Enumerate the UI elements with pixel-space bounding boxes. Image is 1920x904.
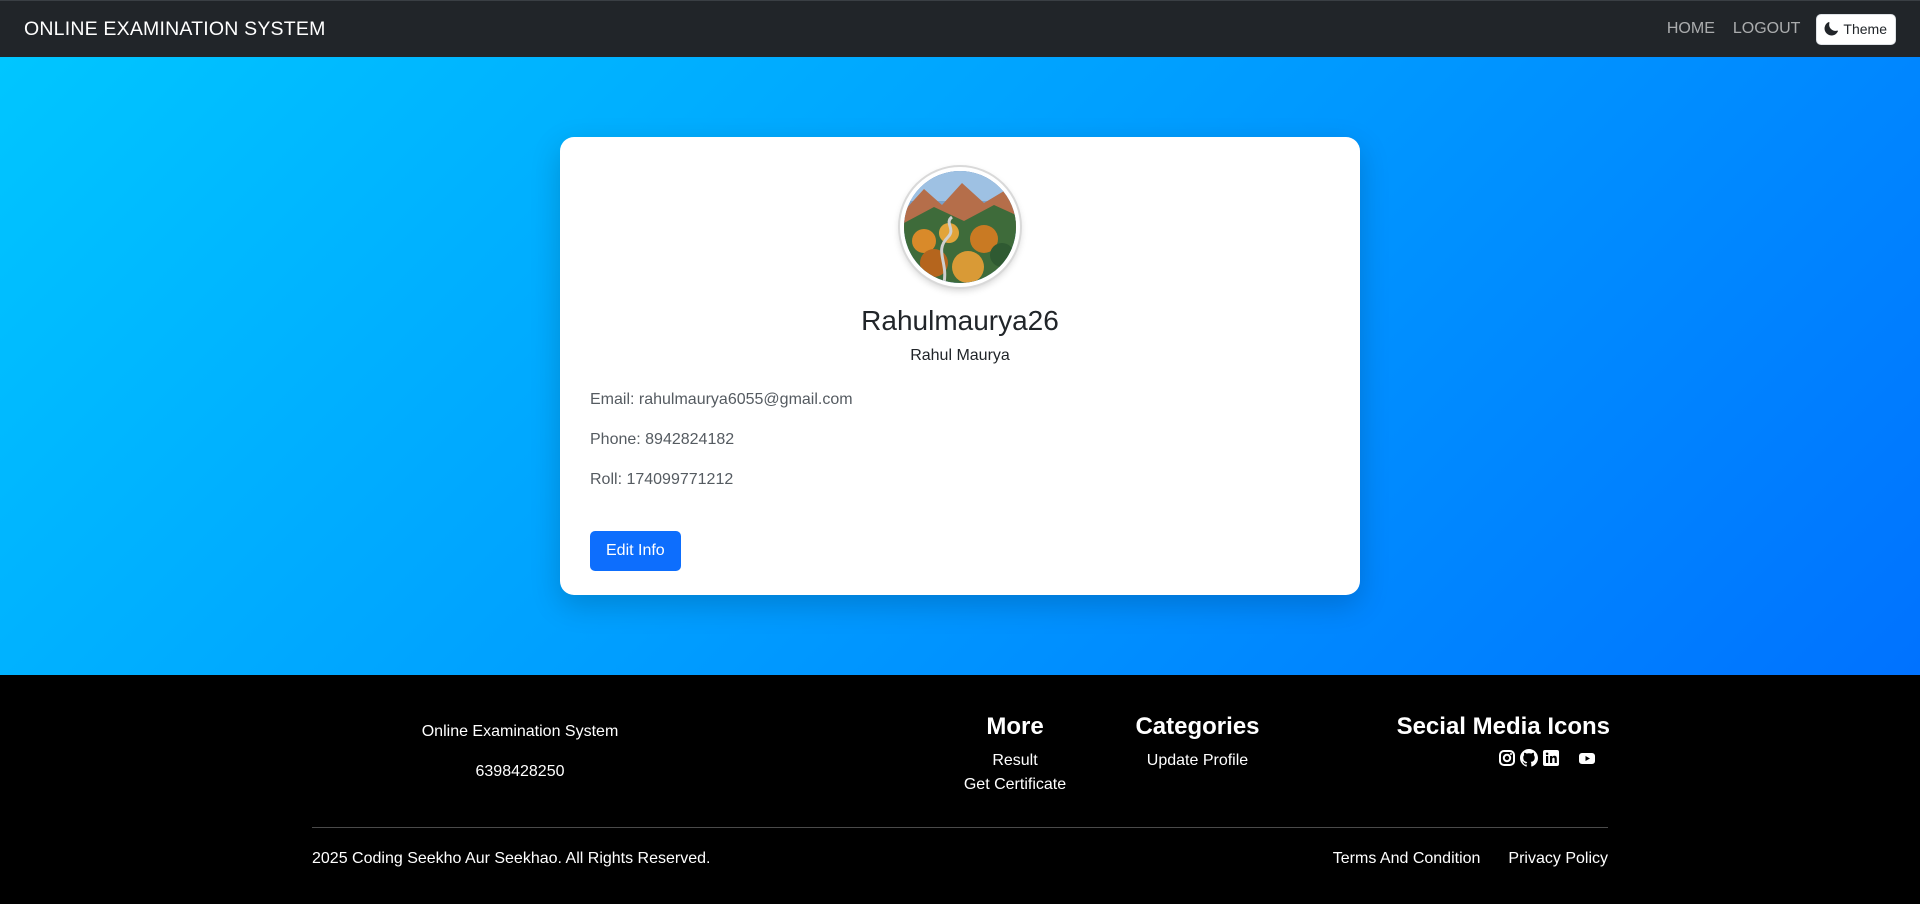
footer-result-link[interactable]: Result bbox=[950, 749, 1080, 773]
social-icons-row bbox=[1390, 749, 1610, 767]
theme-toggle-button[interactable]: Theme bbox=[1816, 13, 1896, 45]
nav-links: HOME LOGOUT Theme bbox=[1649, 13, 1896, 45]
footer-categories-heading: Categories bbox=[1135, 713, 1260, 740]
footer-divider bbox=[312, 827, 1608, 828]
profile-email: Email: rahulmaurya6055@gmail.com bbox=[590, 391, 853, 408]
instagram-icon[interactable] bbox=[1498, 749, 1516, 767]
terms-link[interactable]: Terms And Condition bbox=[1333, 850, 1481, 868]
nav-home-link[interactable]: HOME bbox=[1667, 20, 1715, 38]
edit-info-button[interactable]: Edit Info bbox=[590, 531, 681, 571]
footer-social-heading: Secial Media Icons bbox=[1396, 713, 1610, 740]
profile-full-name: Rahul Maurya bbox=[910, 347, 1010, 364]
youtube-icon[interactable] bbox=[1578, 749, 1596, 767]
footer-phone: 6398428250 bbox=[475, 763, 565, 780]
profile-username: Rahulmaurya26 bbox=[861, 305, 1059, 336]
privacy-link[interactable]: Privacy Policy bbox=[1508, 850, 1608, 868]
profile-hero: Rahulmaurya26 Rahul Maurya Email: rahulm… bbox=[0, 57, 1920, 675]
profile-card: Rahulmaurya26 Rahul Maurya Email: rahulm… bbox=[560, 137, 1360, 595]
brand-title[interactable]: ONLINE EXAMINATION SYSTEM bbox=[24, 18, 326, 41]
footer-categories-column: Categories Update Profile bbox=[1120, 713, 1275, 773]
moon-icon bbox=[1824, 22, 1839, 36]
footer-update-profile-link[interactable]: Update Profile bbox=[1120, 749, 1275, 773]
top-navbar: ONLINE EXAMINATION SYSTEM HOME LOGOUT Th… bbox=[0, 0, 1920, 57]
footer-social-column: Secial Media Icons bbox=[1390, 713, 1610, 767]
footer-more-column: More Result Get Certificate bbox=[950, 713, 1080, 797]
footer-copyright: 2025 Coding Seekho Aur Seekhao. All Righ… bbox=[312, 850, 711, 867]
footer-certificate-link[interactable]: Get Certificate bbox=[950, 773, 1080, 797]
footer-site-info: Online Examination System 6398428250 bbox=[412, 723, 628, 803]
linkedin-icon[interactable] bbox=[1542, 749, 1560, 767]
site-footer: Online Examination System 6398428250 Mor… bbox=[0, 675, 1920, 904]
profile-avatar bbox=[900, 167, 1020, 287]
theme-label: Theme bbox=[1843, 21, 1887, 37]
avatar-wrapper bbox=[590, 167, 1330, 287]
footer-site-name: Online Examination System bbox=[421, 723, 619, 740]
nav-logout-link[interactable]: LOGOUT bbox=[1733, 20, 1801, 38]
profile-roll: Roll: 174099771212 bbox=[590, 471, 734, 488]
profile-phone: Phone: 8942824182 bbox=[590, 431, 735, 448]
github-icon[interactable] bbox=[1520, 749, 1538, 767]
footer-more-heading: More bbox=[986, 713, 1044, 740]
footer-bottom-links: Terms And Condition Privacy Policy bbox=[1333, 850, 1608, 868]
